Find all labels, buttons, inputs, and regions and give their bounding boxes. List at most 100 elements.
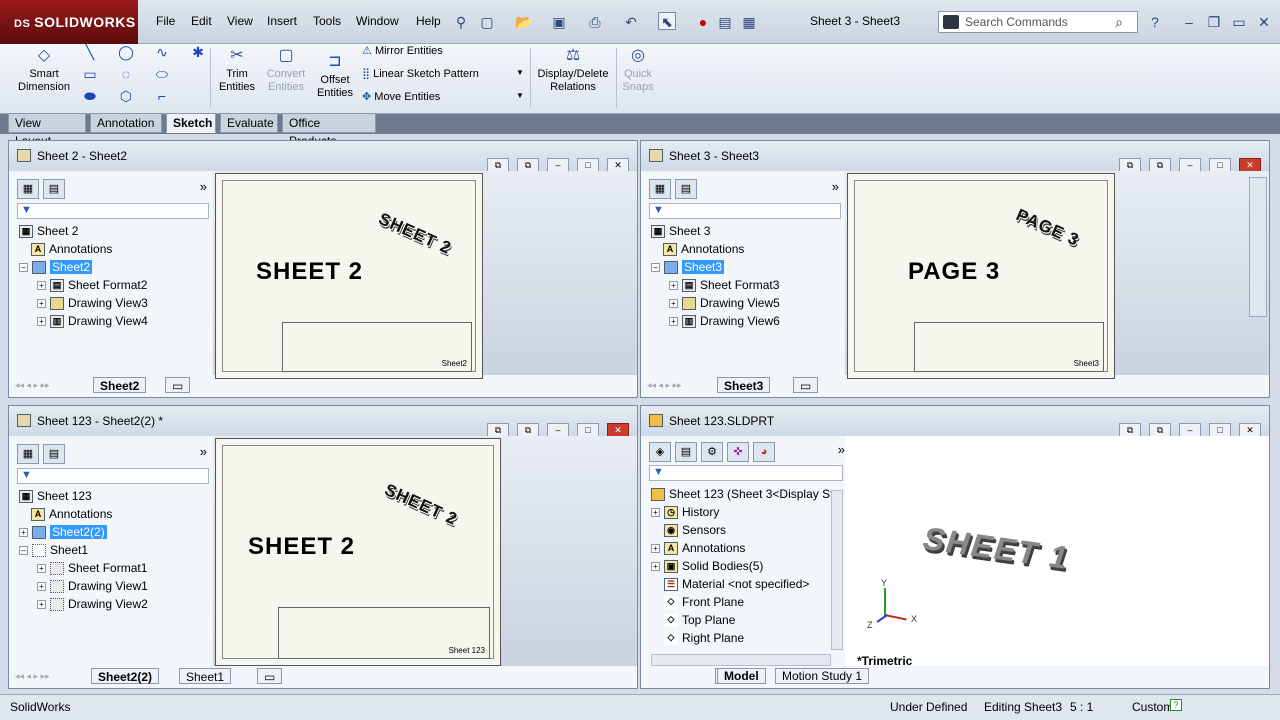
tree-item[interactable]: + ▤ Sheet Format3: [651, 276, 780, 294]
property-manager-icon[interactable]: ▤: [675, 442, 697, 462]
arc-icon[interactable]: ◌: [118, 66, 134, 82]
tree-item[interactable]: – Sheet3: [651, 258, 780, 276]
expand-icon[interactable]: »: [832, 179, 839, 194]
drawing-sheet[interactable]: PAGE 3 PAGE 3 Sheet3: [847, 173, 1115, 379]
tree-item[interactable]: + Sheet2(2): [19, 523, 148, 541]
tree-root[interactable]: Sheet 123 (Sheet 3<Display St: [651, 485, 837, 503]
menu-window[interactable]: Window: [356, 14, 399, 28]
expand-icon[interactable]: +: [37, 281, 46, 291]
collapse-icon[interactable]: –: [19, 546, 28, 556]
tree-item[interactable]: + ▣ Solid Bodies(5): [651, 557, 837, 575]
close-icon[interactable]: ✕: [1255, 12, 1273, 30]
feature-tree-icon[interactable]: ◈: [649, 442, 671, 462]
filter-input[interactable]: ▼: [17, 203, 209, 219]
collapse-icon[interactable]: –: [19, 263, 28, 273]
expand-icon[interactable]: +: [37, 317, 46, 327]
minimize-icon[interactable]: –: [1179, 423, 1201, 437]
tree-item[interactable]: A Annotations: [19, 505, 148, 523]
tile-icon[interactable]: ⧉: [1119, 423, 1141, 437]
expand-icon[interactable]: +: [37, 600, 46, 610]
display-delete-relations-button[interactable]: ⚖ Display/Delete Relations: [534, 46, 612, 94]
tree-scrollbar[interactable]: [831, 490, 843, 650]
filter-input[interactable]: ▼: [649, 465, 843, 481]
tree-item[interactable]: + ▥ Drawing View6: [651, 312, 780, 330]
close-icon[interactable]: ✕: [607, 423, 629, 437]
tile-icon[interactable]: ⧉: [487, 423, 509, 437]
menu-tools[interactable]: Tools: [313, 14, 341, 28]
tab-annotation[interactable]: Annotation: [90, 113, 162, 133]
file-properties-icon[interactable]: ▤: [716, 12, 734, 30]
status-units[interactable]: Custom: [1132, 697, 1173, 717]
feature-tree-icon[interactable]: ▦: [649, 179, 671, 199]
tab-model-label[interactable]: Model: [717, 668, 766, 684]
tree-item[interactable]: A Annotations: [651, 240, 780, 258]
close-icon[interactable]: ✕: [1239, 158, 1261, 172]
offset-entities-button[interactable]: ⊐ Offset Entities: [312, 52, 358, 100]
sheet-tab-sheet2[interactable]: Sheet2: [93, 377, 147, 393]
nav-arrows-icon[interactable]: ◂◂ ◂ ▸ ▸▸: [15, 668, 50, 684]
sheet-tab-sheet2-2[interactable]: Sheet2(2): [91, 668, 160, 684]
expand-icon[interactable]: +: [669, 317, 678, 327]
menu-edit[interactable]: Edit: [191, 14, 212, 28]
minimize-icon[interactable]: –: [1179, 158, 1201, 172]
search-icon[interactable]: ⌕: [1115, 14, 1123, 31]
feature-tree-icon[interactable]: ▦: [17, 444, 39, 464]
expand-icon[interactable]: »: [838, 442, 845, 457]
tree-item[interactable]: + ◷ History: [651, 503, 837, 521]
add-sheet-icon[interactable]: ▭: [793, 377, 819, 393]
tree-item[interactable]: ◇ Right Plane: [651, 629, 837, 647]
new-icon[interactable]: ▢: [478, 12, 496, 30]
smart-dimension-button[interactable]: ◇ Smart Dimension: [14, 46, 74, 94]
tile-icon[interactable]: ⧉: [517, 158, 539, 172]
tab-motion-study-1[interactable]: Motion Study 1: [775, 668, 870, 684]
help-icon[interactable]: ?: [1170, 699, 1182, 711]
tree-horizontal-scrollbar[interactable]: [651, 654, 831, 666]
filter-input[interactable]: ▼: [17, 468, 209, 484]
document-window-part[interactable]: Sheet 123.SLDPRT ⧉ ⧉ – □ ✕ ◈ ▤ ⚙ ✜ ◕» ▼ Sheet 12…: [640, 405, 1270, 689]
tile-icon[interactable]: ⧉: [1119, 158, 1141, 172]
property-manager-icon[interactable]: ▤: [675, 179, 697, 199]
expand-icon[interactable]: »: [200, 179, 207, 194]
filter-input[interactable]: ▼: [649, 203, 841, 219]
expand-icon[interactable]: +: [669, 281, 678, 291]
tree-root[interactable]: ▦ Sheet 3: [651, 222, 780, 240]
slot-icon[interactable]: ⬬: [82, 88, 98, 104]
expand-icon[interactable]: +: [651, 544, 660, 554]
maximize-icon[interactable]: □: [1209, 158, 1231, 172]
open-icon[interactable]: 📂: [514, 12, 532, 30]
tree-item[interactable]: ◇ Top Plane: [651, 611, 837, 629]
nav-arrows-icon[interactable]: ◂◂ ◂ ▸ ▸▸: [647, 377, 682, 393]
tab-sketch[interactable]: Sketch: [166, 113, 216, 133]
expand-icon[interactable]: +: [37, 299, 46, 309]
close-icon[interactable]: ✕: [607, 158, 629, 172]
document-window-sheet123[interactable]: Sheet 123 - Sheet2(2) * ⧉ ⧉ – □ ✕ ▦ ▤» ▼ ▦ She…: [8, 405, 638, 689]
minimize-icon[interactable]: –: [547, 158, 569, 172]
print-icon[interactable]: ⎙: [586, 12, 604, 30]
tab-view-layout[interactable]: View Layout: [8, 113, 86, 148]
tree-item[interactable]: + Drawing View2: [19, 595, 148, 613]
maximize-icon[interactable]: □: [577, 158, 599, 172]
tree-item[interactable]: A Annotations: [19, 240, 148, 258]
tile-icon[interactable]: ⧉: [1149, 158, 1171, 172]
add-sheet-icon[interactable]: ▭: [165, 377, 191, 393]
nav-arrows-icon[interactable]: ◂◂ ◂ ▸ ▸▸: [15, 377, 50, 393]
chevron-down-icon[interactable]: ▼: [516, 68, 524, 77]
feature-tree-icon[interactable]: ▦: [17, 179, 39, 199]
maximize-icon[interactable]: □: [577, 423, 599, 437]
tree-item[interactable]: ◉ Sensors: [651, 521, 837, 539]
chevron-down-icon[interactable]: ▼: [516, 91, 524, 100]
expand-icon[interactable]: »: [200, 444, 207, 459]
expand-icon[interactable]: +: [651, 508, 660, 518]
property-manager-icon[interactable]: ▤: [43, 179, 65, 199]
tile-icon[interactable]: ⧉: [1149, 423, 1171, 437]
add-sheet-icon[interactable]: ▭: [257, 668, 283, 684]
document-window-sheet3[interactable]: Sheet 3 - Sheet3 ⧉ ⧉ – □ ✕ ▦ ▤» ▼ ▦ Sheet 3 AA…: [640, 140, 1270, 398]
configuration-icon[interactable]: ⚙: [701, 442, 723, 462]
tree-root[interactable]: ▦ Sheet 2: [19, 222, 148, 240]
menu-help[interactable]: Help: [416, 14, 441, 28]
expand-icon[interactable]: +: [37, 582, 46, 592]
task-pane-tabs[interactable]: [1249, 177, 1267, 317]
fillet-icon[interactable]: ⌐: [154, 88, 170, 104]
restore-icon[interactable]: ❐: [1205, 12, 1223, 30]
expand-icon[interactable]: +: [651, 562, 660, 572]
